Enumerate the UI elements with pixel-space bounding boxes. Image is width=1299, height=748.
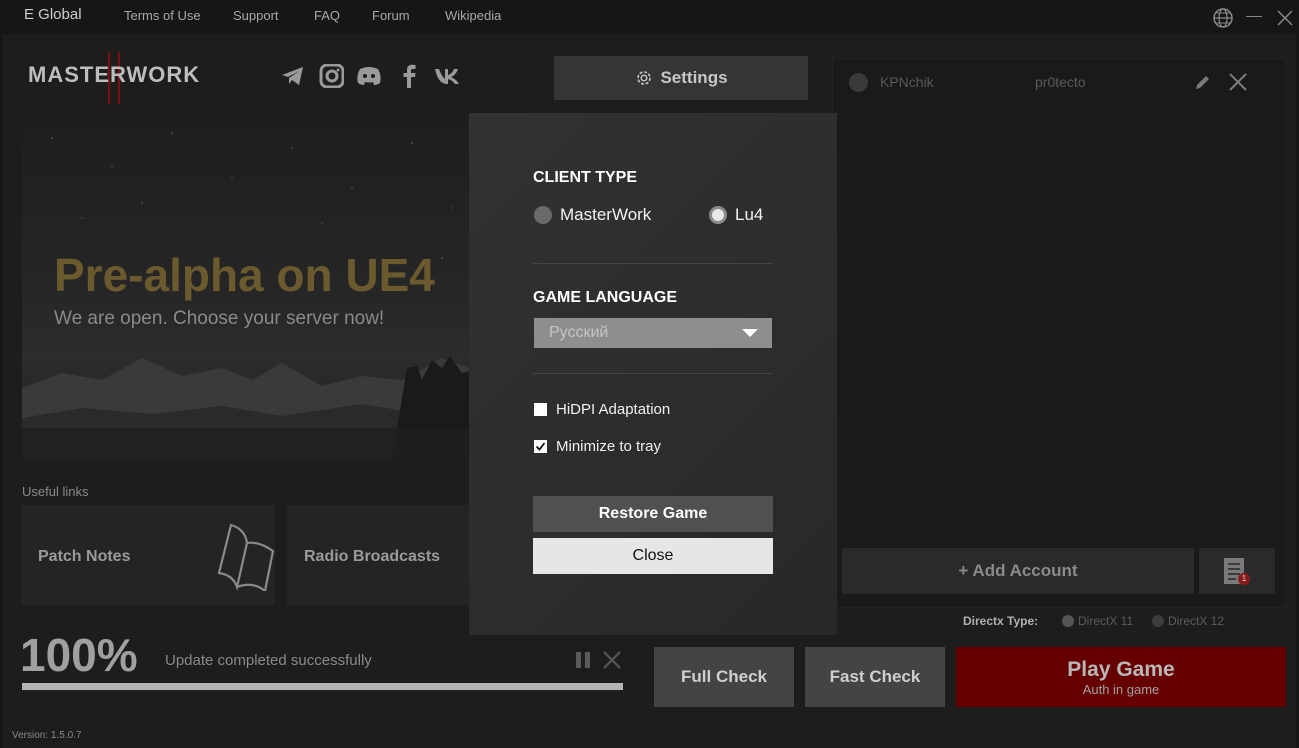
support-link[interactable]: Support: [233, 8, 279, 23]
progress-fill: [22, 683, 623, 690]
divider: [533, 373, 773, 374]
faq-link[interactable]: FAQ: [314, 8, 340, 23]
language-value: Русский: [549, 324, 609, 341]
radio-broadcasts-card[interactable]: Radio Broadcasts: [287, 505, 477, 605]
update-status: Update completed successfully: [165, 652, 372, 669]
minimize-tray-label: Minimize to tray: [556, 438, 662, 455]
hidpi-label: HiDPI Adaptation: [556, 401, 671, 418]
minimize-tray-checkbox[interactable]: [534, 440, 547, 453]
vk-icon[interactable]: [434, 64, 460, 88]
fast-check-button[interactable]: Fast Check: [805, 647, 945, 707]
wikipedia-link[interactable]: Wikipedia: [445, 8, 501, 23]
edit-icon[interactable]: [1194, 73, 1212, 91]
remove-account-icon[interactable]: [1229, 73, 1247, 91]
instagram-icon[interactable]: [318, 64, 344, 88]
hidpi-option[interactable]: HiDPI Adaptation: [534, 401, 670, 418]
lu4-label: Lu4: [735, 205, 764, 224]
log-button[interactable]: 1: [1199, 548, 1275, 594]
useful-links-label: Useful links: [22, 484, 89, 499]
version-label: Version: 1.5.0.7: [12, 730, 82, 741]
forum-link[interactable]: Forum: [372, 8, 410, 23]
divider: [533, 263, 773, 264]
brand-label: E Global: [24, 6, 82, 23]
settings-button[interactable]: Settings: [554, 56, 808, 100]
gear-icon: [637, 71, 652, 85]
directx-11-option[interactable]: DirectX 11: [1062, 614, 1133, 628]
masterwork-radio[interactable]: [534, 206, 552, 224]
full-check-button[interactable]: Full Check: [654, 647, 794, 707]
discord-icon[interactable]: [356, 64, 382, 88]
restore-game-button[interactable]: Restore Game: [533, 496, 773, 532]
dropdown-arrow-icon: [742, 329, 758, 337]
account-name: KPNchik: [880, 74, 934, 90]
cancel-update-icon[interactable]: [603, 651, 621, 669]
settings-label: Settings: [660, 68, 728, 87]
log-badge: 1: [1238, 573, 1250, 585]
radio-broadcasts-label: Radio Broadcasts: [304, 548, 441, 565]
terms-link[interactable]: Terms of Use: [124, 8, 201, 23]
play-game-button[interactable]: Play Game Auth in game: [956, 647, 1286, 707]
window-close-icon[interactable]: [1277, 10, 1293, 26]
banner-subtitle: We are open. Choose your server now!: [54, 308, 385, 329]
close-button[interactable]: Close: [533, 538, 773, 574]
client-masterwork-option[interactable]: MasterWork: [534, 205, 651, 225]
masterwork-label: MasterWork: [560, 205, 652, 224]
play-game-label: Play Game: [1067, 658, 1175, 681]
pause-icon[interactable]: [574, 651, 592, 669]
telegram-icon[interactable]: [280, 64, 306, 88]
facebook-icon[interactable]: [396, 64, 422, 88]
globe-icon[interactable]: [1212, 7, 1234, 29]
patch-notes-label: Patch Notes: [38, 548, 131, 565]
lu4-radio[interactable]: [709, 206, 727, 224]
account-status-dot: [849, 73, 868, 92]
directx-11-label: DirectX 11: [1078, 614, 1134, 628]
hidpi-checkbox[interactable]: [534, 403, 547, 416]
directx-12-radio[interactable]: [1152, 615, 1164, 627]
play-game-sublabel: Auth in game: [1082, 682, 1160, 697]
language-select[interactable]: Русский: [534, 318, 772, 348]
progress-percent: 100%: [20, 629, 138, 681]
account-list-panel: [832, 58, 1286, 608]
banner-title: Pre-alpha on UE4: [54, 249, 435, 301]
checkmark-icon: [535, 442, 546, 451]
book-icon: [217, 523, 275, 591]
directx-11-radio[interactable]: [1062, 615, 1074, 627]
add-account-button[interactable]: + Add Account: [842, 548, 1194, 594]
minimize-icon[interactable]: [1246, 16, 1262, 17]
logo: MASTERWORK: [28, 62, 201, 87]
news-banner[interactable]: Pre-alpha on UE4 We are open. Choose you…: [22, 118, 482, 460]
directx-12-option[interactable]: DirectX 12: [1152, 614, 1224, 628]
account-server: pr0tecto: [1035, 74, 1086, 90]
directx-label: Directx Type:: [963, 614, 1039, 628]
client-type-heading: CLIENT TYPE: [533, 169, 638, 186]
directx-12-label: DirectX 12: [1168, 614, 1225, 628]
game-language-heading: GAME LANGUAGE: [533, 289, 677, 306]
minimize-tray-option[interactable]: Minimize to tray: [534, 438, 661, 455]
account-row[interactable]: KPNchik pr0tecto: [838, 62, 1280, 102]
patch-notes-card[interactable]: Patch Notes: [21, 505, 275, 605]
client-lu4-option[interactable]: Lu4: [709, 205, 763, 225]
